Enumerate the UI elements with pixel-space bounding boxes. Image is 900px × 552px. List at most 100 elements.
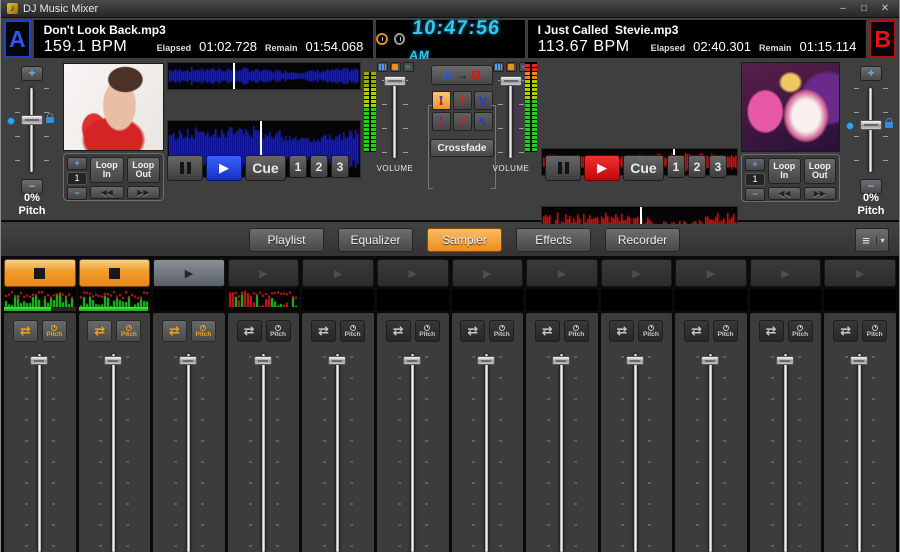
sampler-play-button[interactable]: ▶ xyxy=(302,259,374,287)
slider-handle[interactable] xyxy=(775,356,794,365)
loop-button[interactable]: ⇄ xyxy=(460,320,486,342)
loop-button[interactable]: ⇄ xyxy=(833,320,859,342)
sampler-stop-button[interactable] xyxy=(4,259,76,287)
hot-cue-2-button[interactable]: 2 xyxy=(310,155,328,178)
pitch-lock-icon[interactable] xyxy=(46,113,54,123)
slider-track[interactable] xyxy=(634,354,638,552)
pitch-lock-icon[interactable] xyxy=(885,118,893,128)
slider-track[interactable] xyxy=(186,354,190,552)
slider-track[interactable] xyxy=(37,354,41,552)
deck-b-volume-slider[interactable] xyxy=(509,80,512,158)
pitch-button[interactable]: Pitch xyxy=(638,320,664,342)
sampler-play-button[interactable]: ▶ xyxy=(153,259,225,287)
slider-handle[interactable] xyxy=(328,356,347,365)
slider-handle[interactable] xyxy=(701,356,720,365)
hot-cue-1-button[interactable]: 1 xyxy=(289,155,307,178)
sampler-volume-slider[interactable] xyxy=(377,348,449,552)
play-button[interactable]: ▶ xyxy=(584,155,620,181)
hot-cue-3-button[interactable]: 3 xyxy=(709,155,727,178)
loop-count-up-button[interactable]: + xyxy=(745,158,765,171)
sampler-volume-slider[interactable] xyxy=(675,348,747,552)
sampler-volume-slider[interactable] xyxy=(302,348,374,552)
pitch-up-button[interactable]: + xyxy=(21,66,43,81)
pitch-button[interactable]: Pitch xyxy=(563,320,589,342)
sine-icon[interactable]: ≈ xyxy=(402,62,414,72)
crossfade-curve-cross-x2-button[interactable]: \ / xyxy=(431,112,451,131)
sampler-volume-slider[interactable] xyxy=(79,348,151,552)
pitch-button[interactable]: Pitch xyxy=(489,320,515,342)
slider-handle[interactable] xyxy=(178,356,197,365)
pause-button[interactable] xyxy=(167,155,203,181)
tab-effects[interactable]: Effects xyxy=(516,228,591,252)
meter-icon[interactable] xyxy=(376,62,388,72)
tab-recorder[interactable]: Recorder xyxy=(605,228,680,252)
loop-out-button[interactable]: Loop Out xyxy=(126,157,160,183)
deck-b-volume-handle[interactable] xyxy=(500,76,522,86)
deck-a-pitch-handle[interactable] xyxy=(21,115,43,125)
forward-button[interactable]: ▶▶ xyxy=(126,186,160,199)
sampler-play-button[interactable]: ▶ xyxy=(675,259,747,287)
loop-button[interactable]: ⇄ xyxy=(236,320,262,342)
deck-a-overview-waveform[interactable] xyxy=(167,62,361,90)
deck-b-pitch-slider[interactable] xyxy=(869,88,872,172)
rewind-button[interactable]: ◀◀ xyxy=(768,187,801,200)
loop-button[interactable]: ⇄ xyxy=(87,320,113,342)
pitch-button[interactable]: Pitch xyxy=(116,320,142,342)
sampler-play-button[interactable]: ▶ xyxy=(227,259,300,287)
deck-a-volume-slider[interactable] xyxy=(393,80,396,158)
crossfade-curve-ramp-down-button[interactable]: ↖ xyxy=(473,112,493,131)
slider-handle[interactable] xyxy=(551,356,570,365)
crossfade-button[interactable]: Crossfade xyxy=(430,139,494,157)
sampler-volume-slider[interactable] xyxy=(750,348,822,552)
meter-icon[interactable] xyxy=(492,62,504,72)
forward-button[interactable]: ▶▶ xyxy=(803,187,836,200)
slider-handle[interactable] xyxy=(626,356,645,365)
slider-handle[interactable] xyxy=(477,356,496,365)
cue-button[interactable]: Cue xyxy=(245,155,286,181)
slider-track[interactable] xyxy=(709,354,713,552)
timer-clock-icon[interactable] xyxy=(393,33,406,45)
tab-sampler[interactable]: Sampler xyxy=(427,228,502,252)
sampler-list-button[interactable]: ≡ ▾ xyxy=(855,228,889,252)
slider-track[interactable] xyxy=(261,354,265,552)
sampler-volume-slider[interactable] xyxy=(601,348,673,552)
pad-icon[interactable] xyxy=(389,62,401,72)
sampler-play-button[interactable]: ▶ xyxy=(600,259,673,287)
loop-count-up-button[interactable]: + xyxy=(67,157,87,170)
minimize-button[interactable]: – xyxy=(835,1,851,17)
pause-button[interactable] xyxy=(545,155,581,181)
deck-a-pitch-slider[interactable] xyxy=(30,88,33,172)
cue-button[interactable]: Cue xyxy=(623,155,664,181)
pitch-up-button[interactable]: + xyxy=(860,66,882,81)
slider-track[interactable] xyxy=(485,354,489,552)
slider-handle[interactable] xyxy=(253,356,272,365)
loop-in-button[interactable]: Loop In xyxy=(768,158,801,184)
sampler-volume-slider[interactable] xyxy=(526,348,598,552)
loop-out-button[interactable]: Loop Out xyxy=(803,158,836,184)
slider-handle[interactable] xyxy=(402,356,421,365)
a-to-b-button[interactable]: A → B xyxy=(431,65,493,85)
loop-button[interactable]: ⇄ xyxy=(534,320,560,342)
maximize-button[interactable]: □ xyxy=(856,1,872,17)
pitch-button[interactable]: Pitch xyxy=(41,320,67,342)
sampler-play-button[interactable]: ▶ xyxy=(824,259,896,287)
loop-button[interactable]: ⇄ xyxy=(758,320,784,342)
loop-button[interactable]: ⇄ xyxy=(12,320,38,342)
deck-a-volume-handle[interactable] xyxy=(384,76,406,86)
rewind-button[interactable]: ◀◀ xyxy=(90,186,124,199)
pitch-button[interactable]: Pitch xyxy=(340,320,366,342)
loop-button[interactable]: ⇄ xyxy=(311,320,337,342)
close-button[interactable]: ✕ xyxy=(877,1,893,17)
deck-b-pitch-handle[interactable] xyxy=(860,120,882,130)
slider-track[interactable] xyxy=(410,354,414,552)
slider-handle[interactable] xyxy=(850,356,869,365)
crossfade-curve-ramp-up-button[interactable]: ↗ xyxy=(452,112,472,131)
crossfade-curve-t-curve-button[interactable]: T xyxy=(452,91,472,110)
loop-in-button[interactable]: Loop In xyxy=(90,157,124,183)
pitch-button[interactable]: Pitch xyxy=(713,320,739,342)
slider-track[interactable] xyxy=(858,354,862,552)
sampler-play-button[interactable]: ▶ xyxy=(451,259,524,287)
pad-icon[interactable] xyxy=(505,62,517,72)
crossfade-curve-v-curve-button[interactable]: V xyxy=(473,91,493,110)
sampler-play-button[interactable]: ▶ xyxy=(376,259,449,287)
